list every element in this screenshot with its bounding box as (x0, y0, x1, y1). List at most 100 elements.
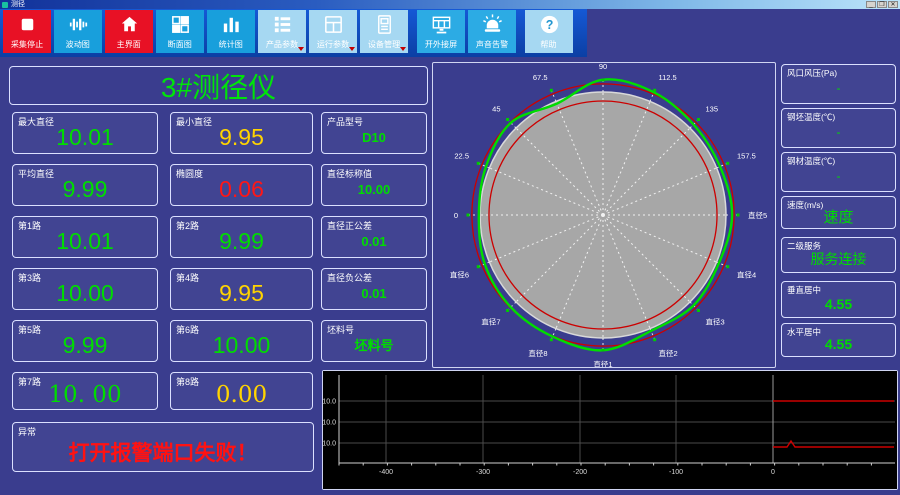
measure-value: 0.06 (219, 176, 264, 202)
measure-box-第6路: 第6路 10.00 (170, 320, 313, 362)
toolbar-button-sections[interactable]: 断面图 (156, 10, 204, 53)
label-marker (696, 118, 700, 122)
status-panel--m-s-: 速度(m/s) 速度 (781, 196, 896, 229)
measure-value: 0.01 (361, 234, 387, 249)
toolbar-button-label: 产品参数 (265, 39, 299, 49)
x-tick-label: 0 (771, 469, 775, 476)
toolbar-button-help[interactable]: ? 帮助 (525, 10, 573, 53)
window-title: 测径 (11, 1, 25, 8)
trend-chart: 10.0 10.0 10.0 -400 -300 -200 -100 0 (322, 370, 898, 490)
label-marker (506, 118, 510, 122)
measure-value: 10. 00 (48, 382, 122, 408)
polar-axis-label: 直径8 (528, 348, 547, 358)
measure-box-产品型号: 产品型号 D10 (321, 112, 427, 154)
polar-axis-label: 直径5 (748, 210, 767, 220)
trend-chart-svg: 10.0 10.0 10.0 -400 -300 -200 -100 0 (322, 371, 897, 489)
polar-axis-label: 112.5 (659, 73, 677, 82)
gauge-title-box: 3#测径仪 (9, 66, 428, 105)
toolbar-button-stop[interactable]: 采集停止 (3, 10, 51, 53)
page-title: 3#测径仪 (160, 71, 277, 103)
label-marker (653, 88, 657, 92)
toolbar-button-barchart[interactable]: 统计图 (207, 10, 255, 53)
status-panel--: 二级服务 服务连接 (781, 237, 896, 273)
toolbar-button-label: 声音告警 (475, 39, 509, 49)
minimize-button[interactable]: _ (866, 1, 876, 8)
toolbar-button-label: 统计图 (218, 39, 244, 49)
measure-box-第8路: 第8路 0.00 (170, 372, 313, 410)
label-marker (549, 88, 553, 92)
measure-value: 10.00 (357, 182, 391, 197)
status-panel--: 垂直居中 4.55 (781, 281, 896, 318)
measure-value: 0.00 (215, 382, 268, 408)
trend-chart-bg (323, 371, 897, 489)
title-bar: 测径 _ ❐ ✕ (0, 0, 900, 9)
polar-axis-label: 45 (492, 105, 500, 114)
app-icon (2, 1, 8, 8)
toolbar-button-siren[interactable]: 声音告警 (468, 10, 516, 53)
polar-axis-label: 22.5 (454, 152, 469, 161)
monitor-icon (430, 10, 453, 38)
status-panel--: 水平居中 4.55 (781, 323, 896, 357)
polar-axis-label: 67.5 (533, 73, 548, 82)
x-tick-label: -300 (476, 469, 490, 476)
status-value: 服务连接 (810, 251, 867, 267)
measure-value: 9.95 (219, 280, 264, 306)
polar-axis-label: 直径7 (481, 317, 500, 327)
measure-value: 10.01 (56, 228, 114, 254)
x-tick-label: -200 (573, 469, 587, 476)
measure-box-直径标称值: 直径标称值 10.00 (321, 164, 427, 206)
measure-box-第3路: 第3路 10.00 (12, 268, 158, 310)
polar-axis-label: 90 (599, 63, 607, 71)
toolbar-button-home[interactable]: 主界面 (105, 10, 153, 53)
status-value: 4.55 (824, 336, 853, 352)
measure-box-直径负公差: 直径负公差 0.01 (321, 268, 427, 310)
toolbar-button-label: 断面图 (167, 39, 193, 49)
measure-value: 10.00 (212, 332, 271, 358)
measure-box-直径正公差: 直径正公差 0.01 (321, 216, 427, 258)
measure-box-第1路: 第1路 10.01 (12, 216, 158, 258)
toolbar-button-monitor[interactable]: 开外接屏 (417, 10, 465, 53)
measure-box-最小直径: 最小直径 9.95 (170, 112, 313, 154)
sections-icon (169, 10, 192, 38)
status-panel--Pa-: 风口风压(Pa) - (781, 64, 896, 104)
label-marker (736, 213, 740, 217)
home-icon (118, 10, 141, 38)
measure-value: 9.95 (219, 124, 264, 150)
toolbar-button-run-params[interactable]: 运行参数 (309, 10, 357, 53)
y-tick-label: 10.0 (323, 441, 336, 448)
toolbar-button-device[interactable]: 设备管理 (360, 10, 408, 53)
maximize-button[interactable]: ❐ (877, 1, 887, 8)
measure-box-平均直径: 平均直径 9.99 (12, 164, 158, 206)
help-icon: ? (538, 10, 561, 38)
dropdown-arrow-icon (298, 47, 304, 51)
measure-value: 9.99 (219, 228, 264, 254)
polar-axis-label: 直径2 (659, 348, 678, 358)
dropdown-arrow-icon (349, 47, 355, 51)
polar-axis-label: 直径4 (737, 270, 756, 280)
stop-icon (16, 10, 39, 38)
polar-profile-chart: 直径5 157.5 135 112.5 90 67.5 45 22.5 0 直径6 直径7 直径8 直径… (432, 62, 776, 369)
label-marker (726, 161, 730, 165)
toolbar-button-waveform[interactable]: 波动图 (54, 10, 102, 53)
toolbar-button-label: 主界面 (116, 39, 142, 49)
label-marker (601, 348, 605, 352)
label-marker (506, 308, 510, 312)
label-marker (601, 78, 605, 82)
measure-box-第7路: 第7路 10. 00 (12, 372, 158, 410)
status-panel--: 钢坯温度(℃) - (781, 108, 896, 148)
toolbar-button-product-params[interactable]: 产品参数 (258, 10, 306, 53)
y-tick-label: 10.0 (323, 399, 336, 406)
measure-box-第5路: 第5路 9.99 (12, 320, 158, 362)
close-button[interactable]: ✕ (888, 1, 898, 8)
x-tick-label: -100 (669, 469, 683, 476)
label-marker (726, 265, 730, 269)
window-controls: _ ❐ ✕ (866, 1, 898, 8)
status-value: - (836, 169, 841, 183)
label-marker (466, 213, 470, 217)
measure-value: 0.01 (361, 286, 387, 301)
label-marker (549, 338, 553, 342)
toolbar-button-label: 帮助 (540, 39, 558, 49)
measure-value: 10.01 (56, 124, 114, 150)
x-tick-label: -400 (379, 469, 393, 476)
toolbar-button-label: 开外接屏 (424, 39, 458, 49)
